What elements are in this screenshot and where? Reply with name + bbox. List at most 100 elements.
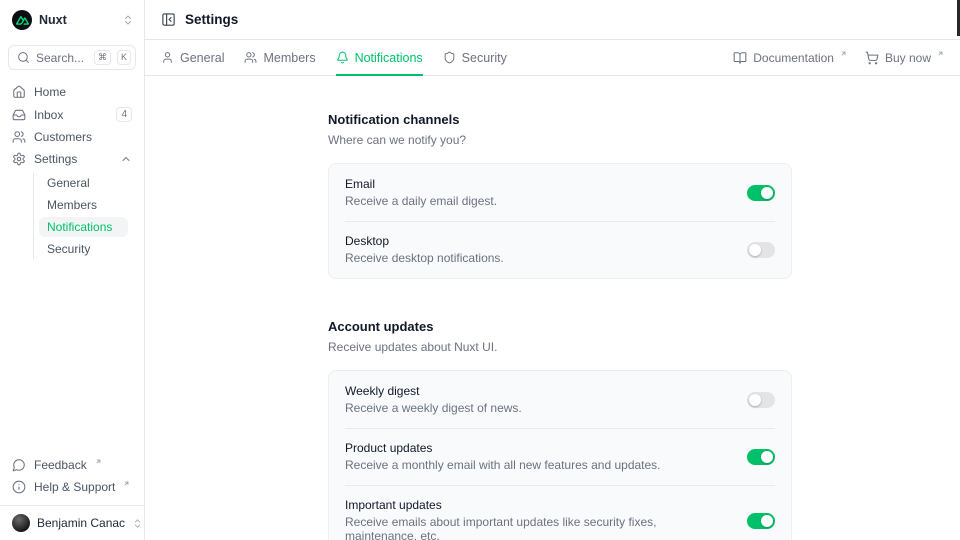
email-toggle[interactable] <box>747 185 775 201</box>
setting-row-weekly-digest: Weekly digest Receive a weekly digest of… <box>329 371 791 428</box>
submenu-label: Security <box>47 242 90 256</box>
tab-general[interactable]: General <box>161 40 224 75</box>
external-link-icon <box>123 480 130 487</box>
workspace-name: Nuxt <box>39 13 115 27</box>
shield-icon <box>443 51 456 64</box>
toggle-knob <box>749 244 761 256</box>
main-panel: Settings General Members Notifications S… <box>145 0 960 540</box>
sidebar-item-label: Inbox <box>34 108 108 122</box>
sidebar-item-settings[interactable]: Settings <box>8 149 136 169</box>
setting-description: Receive a weekly digest of news. <box>345 401 731 415</box>
sidebar-item-general[interactable]: General <box>39 173 128 193</box>
search-placeholder: Search... <box>36 51 88 65</box>
kbd-k: K <box>117 50 131 65</box>
gear-icon <box>12 152 26 166</box>
action-label: Documentation <box>753 51 834 65</box>
user-name: Benjamin Canac <box>37 516 125 530</box>
search-input[interactable]: Search... ⌘ K <box>8 45 136 70</box>
user-icon <box>161 51 174 64</box>
user-menu[interactable]: Benjamin Canac <box>0 505 144 540</box>
users-icon <box>12 130 26 144</box>
section-description: Receive updates about Nuxt UI. <box>328 340 792 354</box>
documentation-link[interactable]: Documentation <box>733 51 847 65</box>
book-icon <box>733 51 747 65</box>
setting-title: Product updates <box>345 441 731 455</box>
toggle-knob <box>761 515 773 527</box>
external-link-icon <box>840 50 847 57</box>
bell-icon <box>336 51 349 64</box>
submenu-label: Members <box>47 198 97 212</box>
inbox-icon <box>12 108 26 122</box>
external-link-icon <box>95 458 102 465</box>
sidebar-item-members[interactable]: Members <box>39 195 128 215</box>
setting-title: Email <box>345 177 731 191</box>
action-label: Buy now <box>885 51 931 65</box>
info-icon <box>12 480 26 494</box>
important-updates-toggle[interactable] <box>747 513 775 529</box>
section-title: Account updates <box>328 319 792 334</box>
section-description: Where can we notify you? <box>328 133 792 147</box>
settings-submenu: General Members Notifications Security <box>33 173 128 259</box>
submenu-label: General <box>47 176 90 190</box>
settings-card: Weekly digest Receive a weekly digest of… <box>328 370 792 540</box>
setting-title: Weekly digest <box>345 384 731 398</box>
inbox-count-badge: 4 <box>116 107 132 122</box>
section-title: Notification channels <box>328 112 792 127</box>
sidebar-item-label: Customers <box>34 130 132 144</box>
sidebar-item-label: Home <box>34 85 132 99</box>
product-updates-toggle[interactable] <box>747 449 775 465</box>
home-icon <box>12 85 26 99</box>
users-icon <box>244 51 257 64</box>
setting-title: Important updates <box>345 498 731 512</box>
setting-row-important-updates: Important updates Receive emails about i… <box>329 485 791 540</box>
sidebar-nav: Home Inbox 4 Customers Settings General … <box>0 80 144 259</box>
setting-description: Receive a daily email digest. <box>345 194 731 208</box>
toggle-knob <box>761 187 773 199</box>
tab-security[interactable]: Security <box>443 40 507 75</box>
kbd-cmd: ⌘ <box>94 50 111 65</box>
feedback-link[interactable]: Feedback <box>8 455 136 475</box>
section-notification-channels: Notification channels Where can we notif… <box>328 112 792 279</box>
setting-description: Receive desktop notifications. <box>345 251 731 265</box>
sidebar-item-customers[interactable]: Customers <box>8 127 136 147</box>
external-link-icon <box>937 50 944 57</box>
header-actions: Documentation Buy now <box>733 51 944 65</box>
setting-row-product-updates: Product updates Receive a monthly email … <box>329 428 791 485</box>
sidebar-footer: Feedback Help & Support <box>0 455 144 505</box>
nuxt-logo-icon <box>12 10 32 30</box>
search-icon <box>17 51 30 64</box>
sidebar-item-label: Settings <box>34 152 112 166</box>
page-header: Settings <box>145 0 960 40</box>
toggle-knob <box>749 394 761 406</box>
tab-label: General <box>180 51 224 65</box>
settings-card: Email Receive a daily email digest. Desk… <box>328 163 792 279</box>
buy-now-link[interactable]: Buy now <box>865 51 944 65</box>
sidebar-item-inbox[interactable]: Inbox 4 <box>8 104 136 125</box>
message-icon <box>12 458 26 472</box>
sidebar-item-security[interactable]: Security <box>39 239 128 259</box>
tab-members[interactable]: Members <box>244 40 315 75</box>
workspace-switcher[interactable]: Nuxt <box>0 0 144 36</box>
sidebar-item-home[interactable]: Home <box>8 82 136 102</box>
sidebar: Nuxt Search... ⌘ K Home Inbox 4 Cust <box>0 0 145 540</box>
sidebar-spacer <box>0 259 144 455</box>
settings-tabbar: General Members Notifications Security D… <box>145 40 960 76</box>
chevrons-up-down-icon[interactable] <box>122 14 134 26</box>
sidebar-collapse-icon[interactable] <box>161 12 176 27</box>
setting-description: Receive emails about important updates l… <box>345 515 731 540</box>
page-title: Settings <box>185 12 238 27</box>
app-window: Nuxt Search... ⌘ K Home Inbox 4 Cust <box>0 0 960 540</box>
sidebar-item-notifications[interactable]: Notifications <box>39 217 128 237</box>
chevron-up-icon <box>120 153 132 165</box>
tab-notifications[interactable]: Notifications <box>336 40 423 75</box>
tab-label: Notifications <box>355 51 423 65</box>
toggle-knob <box>761 451 773 463</box>
submenu-label: Notifications <box>47 220 112 234</box>
tab-label: Security <box>462 51 507 65</box>
desktop-toggle[interactable] <box>747 242 775 258</box>
notifications-content: Notification channels Where can we notif… <box>145 76 960 540</box>
section-account-updates: Account updates Receive updates about Nu… <box>328 319 792 540</box>
weekly-digest-toggle[interactable] <box>747 392 775 408</box>
help-support-link[interactable]: Help & Support <box>8 477 136 497</box>
setting-description: Receive a monthly email with all new fea… <box>345 458 731 472</box>
